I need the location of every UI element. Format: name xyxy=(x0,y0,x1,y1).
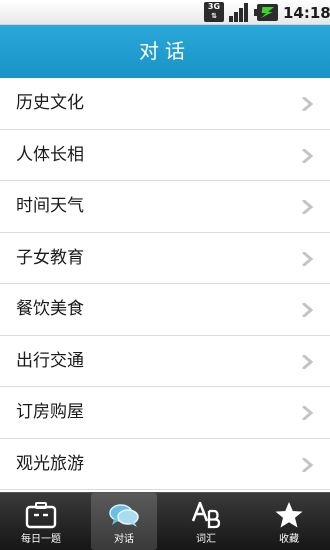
list-item-label: 人体长相 xyxy=(16,144,84,165)
list-item-label: 子女教育 xyxy=(16,247,84,268)
status-time: 14:18 xyxy=(283,4,330,22)
topic-list: 历史文化 人体长相 时间天气 子女教育 餐饮美食 出行交通 订房购屋 观光旅游 xyxy=(0,78,330,492)
tab-label: 对话 xyxy=(114,534,134,545)
chevron-right-icon xyxy=(302,200,314,214)
chevron-right-icon xyxy=(302,148,314,163)
briefcase-icon xyxy=(25,501,57,529)
bottom-nav: 每日一题 对话 词汇 收藏 xyxy=(0,492,330,550)
tab-label: 词汇 xyxy=(196,534,216,545)
chevron-right-icon xyxy=(302,457,314,472)
list-item-label: 历史文化 xyxy=(16,93,84,113)
list-item[interactable]: 子女教育 xyxy=(0,232,330,284)
chevron-right-icon xyxy=(302,406,314,420)
list-item-label: 时间天气 xyxy=(16,196,84,216)
network-type-label: 3G xyxy=(207,2,221,11)
list-item-label: 出行交通 xyxy=(16,350,84,371)
tab-favorites[interactable]: 收藏 xyxy=(248,493,330,550)
list-item[interactable]: 人体长相 xyxy=(0,129,330,181)
list-item[interactable]: 历史文化 xyxy=(0,78,330,130)
battery-charging-icon xyxy=(254,4,278,21)
chevron-right-icon xyxy=(302,251,314,266)
list-item-label: 观光旅游 xyxy=(16,453,84,474)
list-item-label: 餐饮美食 xyxy=(16,299,84,319)
list-item-label: 订房购屋 xyxy=(16,402,84,422)
signal-strength-icon xyxy=(229,3,251,22)
list-item[interactable]: 时间天气 xyxy=(0,181,330,233)
chevron-right-icon xyxy=(302,303,314,317)
tab-label: 收藏 xyxy=(279,534,299,545)
list-item[interactable]: 出行交通 xyxy=(0,335,330,387)
list-item[interactable]: 观光旅游 xyxy=(0,438,330,490)
tab-vocabulary[interactable]: 词汇 xyxy=(165,493,247,550)
title-bar: 对话 xyxy=(0,25,330,78)
list-item[interactable]: 餐饮美食 xyxy=(0,284,330,336)
page-title: 对话 xyxy=(139,39,191,63)
chevron-right-icon xyxy=(302,97,314,111)
chat-bubbles-icon xyxy=(108,501,140,529)
star-icon xyxy=(273,501,305,529)
network-3g-icon: 3G ⇅ xyxy=(204,2,224,22)
status-bar: 3G ⇅ 14:18 xyxy=(0,0,330,25)
ab-letters-icon xyxy=(190,501,222,529)
tab-label: 每日一题 xyxy=(21,534,61,545)
list-item[interactable]: 订房购屋 xyxy=(0,387,330,439)
tab-dialogue[interactable]: 对话 xyxy=(91,493,157,550)
chevron-right-icon xyxy=(302,354,314,369)
tab-daily-question[interactable]: 每日一题 xyxy=(0,493,82,550)
